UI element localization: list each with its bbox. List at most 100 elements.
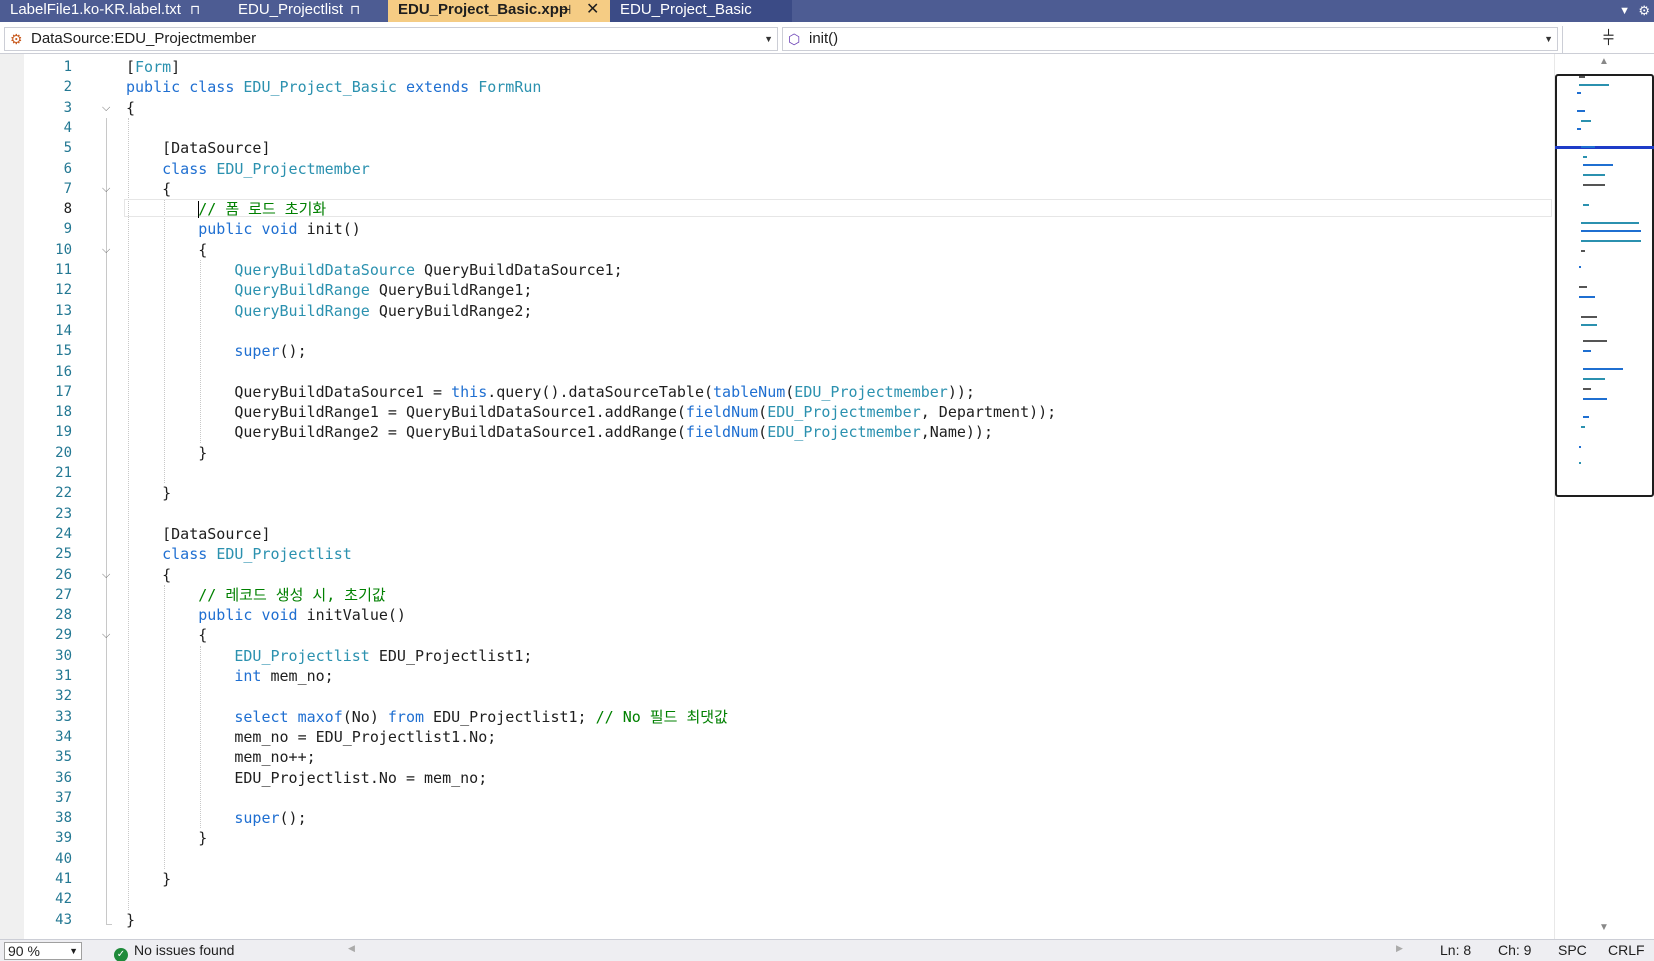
- code-line[interactable]: 43}: [24, 910, 1554, 930]
- line-number-indicator[interactable]: Ln: 8: [1440, 940, 1471, 961]
- code-line[interactable]: 24 [DataSource]: [24, 524, 1554, 544]
- type-dropdown[interactable]: ⚙ DataSource:EDU_Projectmember ▼: [4, 27, 778, 51]
- code-line[interactable]: 1 [Form]: [24, 57, 1554, 77]
- line-number: 26: [55, 566, 72, 583]
- code-text: public class EDU_Project_Basic extends F…: [126, 77, 541, 97]
- tab-edu-projectlist[interactable]: EDU_Projectlist ⊓: [228, 0, 388, 22]
- code-line[interactable]: 7 ⌵ {: [24, 179, 1554, 199]
- scroll-right-icon[interactable]: ▶: [1396, 943, 1403, 954]
- code-line[interactable]: 36 EDU_Projectlist.No = mem_no;: [24, 768, 1554, 788]
- issues-indicator[interactable]: ✓ No issues found: [114, 940, 234, 961]
- code-line[interactable]: 20 }: [24, 443, 1554, 463]
- code-line[interactable]: 5 [DataSource]: [24, 138, 1554, 158]
- split-icon[interactable]: ⫩: [1562, 26, 1654, 54]
- code-text: // 레코드 생성 시, 초기값: [126, 585, 385, 605]
- tab-labelfile[interactable]: LabelFile1.ko-KR.label.txt ⊓: [0, 0, 228, 22]
- minimap-line: [1581, 324, 1597, 326]
- fold-chevron-icon[interactable]: ⌵: [102, 179, 110, 199]
- minimap-line: [1577, 92, 1581, 94]
- code-token: EDU_Projectlist1;: [424, 707, 596, 726]
- code-line[interactable]: 28 public void initValue(): [24, 605, 1554, 625]
- scroll-down-icon[interactable]: ▼: [1599, 922, 1609, 933]
- code-token: fieldNum: [685, 403, 759, 422]
- code-text: class EDU_Projectmember: [126, 159, 370, 179]
- code-line[interactable]: 3 ⌵ {: [24, 98, 1554, 118]
- code-line[interactable]: 29 ⌵ {: [24, 625, 1554, 645]
- code-line[interactable]: 10 ⌵ {: [24, 240, 1554, 260]
- code-line[interactable]: 4: [24, 118, 1554, 138]
- code-line[interactable]: 11 QueryBuildDataSource QueryBuildDataSo…: [24, 260, 1554, 280]
- line-number: 7: [63, 180, 72, 197]
- line-number: 32: [55, 688, 72, 705]
- code-editor[interactable]: 1 [Form] 2 public class EDU_Project_Basic e…: [0, 54, 1554, 939]
- close-icon[interactable]: ✕: [586, 0, 599, 20]
- code-line[interactable]: 9 public void init(): [24, 219, 1554, 239]
- pin-icon[interactable]: ⊓: [350, 0, 360, 20]
- code-line[interactable]: 35 mem_no++;: [24, 747, 1554, 767]
- code-text: // 폼 로드 초기화: [126, 199, 326, 219]
- tab-list-dropdown-icon[interactable]: ▼: [1619, 0, 1630, 22]
- minimap-line: [1583, 368, 1623, 370]
- line-number: 30: [55, 647, 72, 664]
- code-line[interactable]: 8 // 폼 로드 초기화: [24, 199, 1554, 219]
- code-text: QueryBuildRange2 = QueryBuildDataSource1…: [126, 422, 993, 442]
- code-line[interactable]: 19 QueryBuildRange2 = QueryBuildDataSour…: [24, 422, 1554, 442]
- code-line[interactable]: 25 class EDU_Projectlist: [24, 544, 1554, 564]
- code-line[interactable]: 23: [24, 504, 1554, 524]
- fold-chevron-icon[interactable]: ⌵: [102, 625, 110, 645]
- code-line[interactable]: 13 QueryBuildRange QueryBuildRange2;: [24, 301, 1554, 321]
- code-line[interactable]: 2 public class EDU_Project_Basic extends …: [24, 77, 1554, 97]
- code-line[interactable]: 32: [24, 686, 1554, 706]
- code-line[interactable]: 21: [24, 463, 1554, 483]
- whitespace-indicator[interactable]: SPC: [1558, 940, 1587, 961]
- code-line[interactable]: 12 QueryBuildRange QueryBuildRange1;: [24, 280, 1554, 300]
- zoom-dropdown[interactable]: 90 % ▼: [4, 942, 82, 960]
- code-line[interactable]: 37: [24, 788, 1554, 808]
- tab-edu-project-basic[interactable]: EDU_Project_Basic: [610, 0, 792, 22]
- code-line[interactable]: 26 ⌵ {: [24, 565, 1554, 585]
- code-token: select: [234, 707, 289, 726]
- code-line[interactable]: 40: [24, 849, 1554, 869]
- minimap-line: [1579, 446, 1581, 448]
- code-line[interactable]: 27 // 레코드 생성 시, 초기값: [24, 585, 1554, 605]
- code-line[interactable]: 31 int mem_no;: [24, 666, 1554, 686]
- line-number: 12: [55, 282, 72, 299]
- pin-icon[interactable]: ⊣: [560, 0, 571, 20]
- tab-edu-project-basic-xpp[interactable]: EDU_Project_Basic.xpp ⊣ ✕: [388, 0, 610, 22]
- fold-chevron-icon[interactable]: ⌵: [102, 240, 110, 260]
- line-number: 3: [63, 99, 72, 116]
- line-number: 8: [63, 201, 72, 218]
- code-line[interactable]: 30 EDU_Projectlist EDU_Projectlist1;: [24, 646, 1554, 666]
- column-indicator[interactable]: Ch: 9: [1498, 940, 1531, 961]
- minimap-scrollbar[interactable]: ▲ ▼: [1554, 54, 1654, 939]
- code-line[interactable]: 41 }: [24, 869, 1554, 889]
- code-line[interactable]: 33 select maxof(No) from EDU_Projectlist…: [24, 707, 1554, 727]
- scroll-up-icon[interactable]: ▲: [1599, 56, 1609, 67]
- code-token: QueryBuildRange2 = QueryBuildDataSource1…: [126, 423, 686, 442]
- code-line[interactable]: 6 class EDU_Projectmember: [24, 159, 1554, 179]
- code-line[interactable]: 16: [24, 362, 1554, 382]
- fold-chevron-icon[interactable]: ⌵: [102, 565, 110, 585]
- code-token: , Department));: [920, 403, 1057, 422]
- member-dropdown[interactable]: ⬡ init() ▼: [782, 27, 1558, 51]
- code-token: (: [758, 423, 768, 442]
- code-line[interactable]: 39 }: [24, 828, 1554, 848]
- code-text: QueryBuildDataSource QueryBuildDataSourc…: [126, 260, 622, 280]
- code-line[interactable]: 22 }: [24, 483, 1554, 503]
- fold-chevron-icon[interactable]: ⌵: [102, 98, 110, 118]
- code-text: [Form]: [126, 57, 180, 77]
- minimap-viewport[interactable]: [1555, 74, 1654, 497]
- code-line[interactable]: 18 QueryBuildRange1 = QueryBuildDataSour…: [24, 402, 1554, 422]
- code-line[interactable]: 17 QueryBuildDataSource1 = this.query().…: [24, 382, 1554, 402]
- line-ending-indicator[interactable]: CRLF: [1608, 940, 1645, 961]
- code-line[interactable]: 42: [24, 889, 1554, 909]
- settings-gear-icon[interactable]: ⚙: [1638, 0, 1650, 22]
- code-token: mem_no;: [261, 667, 334, 685]
- scroll-left-icon[interactable]: ◀: [348, 943, 355, 954]
- code-line[interactable]: 34 mem_no = EDU_Projectlist1.No;: [24, 727, 1554, 747]
- code-line[interactable]: 38 super();: [24, 808, 1554, 828]
- code-line[interactable]: 14: [24, 321, 1554, 341]
- pin-icon[interactable]: ⊓: [190, 0, 200, 20]
- tab-label: EDU_Projectlist: [238, 1, 344, 18]
- code-line[interactable]: 15 super();: [24, 341, 1554, 361]
